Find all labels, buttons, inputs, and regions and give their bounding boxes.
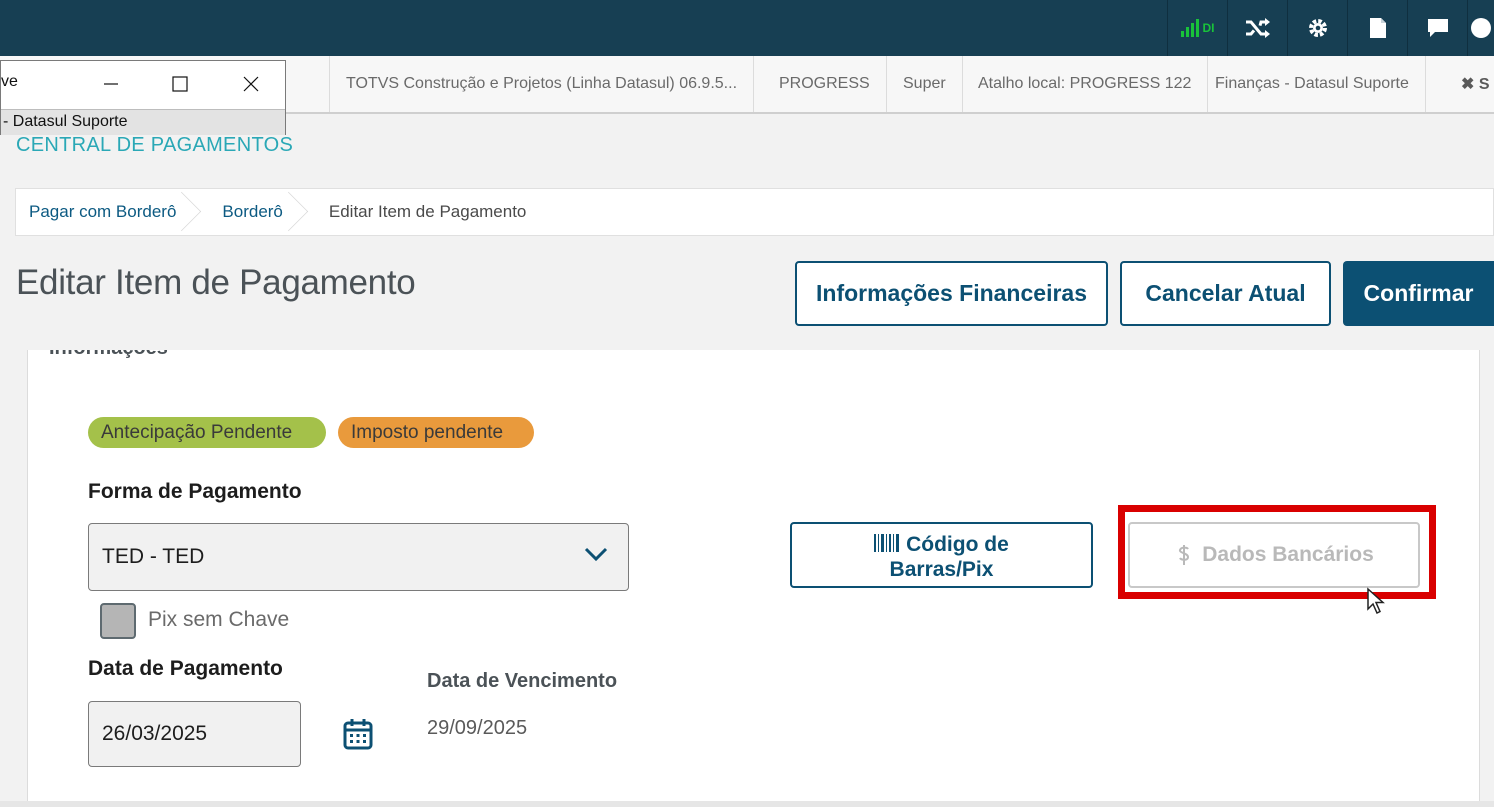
document-button[interactable]: [1347, 0, 1407, 56]
barcode-button-line2: Barras/Pix: [889, 558, 994, 581]
payment-method-label: Forma de Pagamento: [88, 480, 302, 503]
tab-atalho-local[interactable]: Atalho local: PROGRESS 122: [962, 56, 1209, 112]
maximize-button[interactable]: [165, 69, 195, 99]
maximize-icon: [172, 76, 188, 92]
floating-window-title: ve: [1, 73, 18, 90]
chat-icon: [1427, 19, 1448, 37]
calendar-icon: [343, 719, 373, 750]
tax-pending-badge: Imposto pendente: [338, 417, 534, 448]
payment-method-select[interactable]: TED - TED: [88, 523, 629, 591]
bank-money-icon: [1179, 545, 1190, 565]
top-app-bar: DI: [0, 0, 1494, 56]
floating-window-subtitle: - Datasul Suporte: [1, 109, 285, 135]
breadcrumb-current: Editar Item de Pagamento: [328, 202, 527, 221]
help-icon: [1471, 18, 1491, 38]
mouse-cursor-icon: [1366, 587, 1386, 620]
settings-button[interactable]: [1287, 0, 1347, 56]
signal-icon: [1180, 19, 1199, 37]
page-title: Editar Item de Pagamento: [16, 263, 416, 302]
breadcrumb-bordero[interactable]: Borderô: [198, 189, 304, 235]
close-icon: [243, 76, 259, 92]
tab-progress[interactable]: PROGRESS: [763, 56, 887, 112]
due-date-value: 29/09/2025: [427, 717, 528, 739]
tab-totvs[interactable]: TOTVS Construção e Projetos (Linha Datas…: [329, 56, 755, 112]
shuffle-icon: [1245, 18, 1270, 38]
payment-date-value: 26/03/2025: [102, 722, 208, 745]
bank-data-label: Dados Bancários: [1202, 543, 1374, 566]
payment-date-label: Data de Pagamento: [88, 657, 283, 680]
barcode-pix-button[interactable]: Código de Barras/Pix: [790, 522, 1093, 588]
cancel-current-button[interactable]: Cancelar Atual: [1120, 261, 1331, 326]
tab-super[interactable]: Super: [887, 56, 963, 112]
breadcrumb-pagar-com-bordero[interactable]: Pagar com Borderô: [16, 189, 198, 235]
chevron-down-icon: [584, 547, 608, 562]
signal-indicator[interactable]: DI: [1167, 0, 1227, 56]
close-window-button[interactable]: [236, 69, 266, 99]
panel-title: Informações: [49, 337, 168, 359]
pix-no-key-label: Pix sem Chave: [148, 608, 290, 631]
anticipation-pending-badge: Antecipação Pendente: [88, 417, 326, 448]
calendar-button[interactable]: [343, 718, 373, 755]
tab-financas[interactable]: Finanças - Datasul Suporte: [1199, 56, 1426, 112]
signal-label: DI: [1202, 21, 1215, 35]
barcode-button-line1: Código de: [906, 533, 1009, 556]
barcode-icon: [874, 534, 900, 552]
gear-icon: [1308, 19, 1327, 37]
bank-data-button[interactable]: Dados Bancários: [1128, 522, 1420, 588]
bottom-strip: [0, 801, 1494, 807]
payment-date-input[interactable]: 26/03/2025: [88, 701, 301, 767]
chat-button[interactable]: [1407, 0, 1467, 56]
shuffle-button[interactable]: [1227, 0, 1287, 56]
due-date-label: Data de Vencimento: [427, 670, 618, 692]
minimize-button[interactable]: [96, 69, 126, 99]
help-button[interactable]: [1467, 0, 1494, 56]
pix-no-key-checkbox[interactable]: [100, 603, 136, 639]
floating-window: ve - Datasul Suporte: [0, 60, 286, 135]
financial-info-button[interactable]: Informações Financeiras: [795, 261, 1108, 326]
module-title: CENTRAL DE PAGAMENTOS: [16, 134, 294, 156]
confirm-button[interactable]: Confirmar: [1343, 261, 1494, 326]
document-icon: [1369, 18, 1386, 38]
minimize-icon: [104, 83, 118, 85]
payment-method-value: TED - TED: [102, 545, 205, 568]
breadcrumb: Pagar com Borderô Borderô Editar Item de…: [15, 188, 1494, 236]
tab-close-s[interactable]: ✖ S: [1446, 56, 1494, 112]
